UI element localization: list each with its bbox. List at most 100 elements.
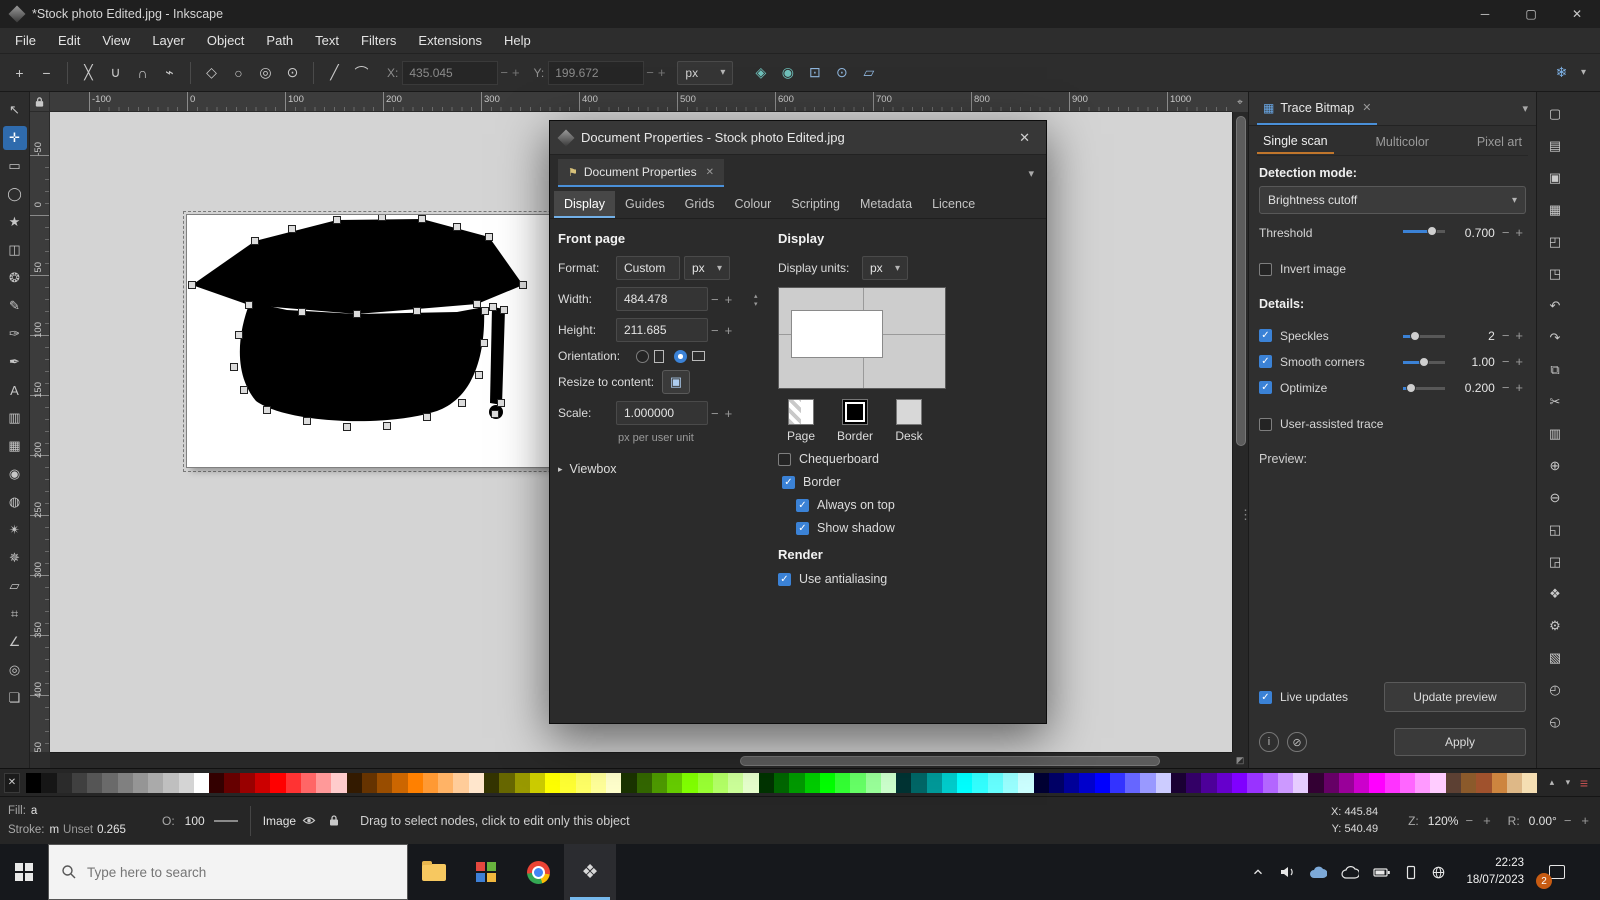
color-swatch[interactable] <box>224 773 239 793</box>
dropper-tool[interactable]: ◉ <box>3 462 27 486</box>
threshold-value[interactable]: 0.700 <box>1449 226 1495 240</box>
info-icon[interactable]: i <box>1259 732 1279 752</box>
print-icon[interactable]: ▦ <box>1543 198 1567 222</box>
width-increment-button[interactable]: + <box>725 292 733 307</box>
color-swatch[interactable] <box>392 773 407 793</box>
color-swatch[interactable] <box>942 773 957 793</box>
star-tool[interactable]: ★ <box>3 210 27 234</box>
color-swatch[interactable] <box>57 773 72 793</box>
save-icon[interactable]: ▣ <box>1543 166 1567 190</box>
increment-button[interactable]: + <box>1515 328 1523 343</box>
color-swatch[interactable] <box>26 773 41 793</box>
copy-icon[interactable]: ⧉ <box>1543 358 1567 382</box>
smooth-node-icon[interactable]: ○ <box>226 60 251 85</box>
slider[interactable] <box>1403 382 1445 394</box>
color-swatch[interactable] <box>1171 773 1186 793</box>
color-swatch[interactable] <box>1156 773 1171 793</box>
scale-increment-button[interactable]: + <box>725 406 733 421</box>
close-panel-icon[interactable]: ✕ <box>1362 101 1371 114</box>
box3d-tool[interactable]: ◫ <box>3 238 27 262</box>
update-preview-button[interactable]: Update preview <box>1384 682 1526 712</box>
pages-tool[interactable]: ❏ <box>3 686 27 710</box>
measure-tool[interactable]: ∠ <box>3 630 27 654</box>
border-checkbox[interactable]: ✓ <box>782 476 795 489</box>
dialog-close-button[interactable]: ✕ <box>1013 130 1036 146</box>
zoom-out-icon[interactable]: ⊖ <box>1543 486 1567 510</box>
show-bezier-handles-icon[interactable]: ⊙ <box>829 60 854 85</box>
eraser-tool[interactable]: ▱ <box>3 574 27 598</box>
export-icon[interactable]: ◳ <box>1543 262 1567 286</box>
link-dimensions-icon[interactable]: ▴▾ <box>754 293 758 309</box>
palette-scroll-up[interactable]: ▴ <box>1544 774 1560 792</box>
layers-icon[interactable]: ▧ <box>1543 646 1567 670</box>
insert-node-icon[interactable]: + <box>7 60 32 85</box>
document-properties-tab[interactable]: ⚑ Document Properties ✕ <box>558 159 724 187</box>
menu-layer[interactable]: Layer <box>141 28 196 53</box>
ruler-lock-corner[interactable] <box>30 92 50 112</box>
color-swatch[interactable] <box>621 773 636 793</box>
color-swatch[interactable] <box>759 773 774 793</box>
dialog-tab-licence[interactable]: Licence <box>922 191 985 218</box>
color-swatch[interactable] <box>1018 773 1033 793</box>
format-units-select[interactable]: px ▾ <box>684 256 730 280</box>
show-hidden-icons[interactable] <box>1251 865 1265 879</box>
color-swatch[interactable] <box>1369 773 1384 793</box>
color-swatch[interactable] <box>240 773 255 793</box>
detection-mode-dropdown[interactable]: Brightness cutoff ▾ <box>1259 186 1526 214</box>
x-coordinate-input[interactable]: 435.045 <box>402 61 498 85</box>
volume-icon[interactable] <box>1279 865 1295 879</box>
y-decrement-button[interactable]: − <box>646 65 654 80</box>
height-increment-button[interactable]: + <box>725 323 733 338</box>
import-icon[interactable]: ◰ <box>1543 230 1567 254</box>
color-swatch[interactable] <box>72 773 87 793</box>
symmetric-node-icon[interactable]: ◎ <box>253 60 278 85</box>
search-input[interactable] <box>87 865 367 880</box>
color-swatch[interactable] <box>530 773 545 793</box>
zoom-selection-icon[interactable]: ◱ <box>1543 518 1567 542</box>
desk-color-button[interactable] <box>896 399 922 425</box>
close-tab-icon[interactable]: ✕ <box>706 167 714 178</box>
calligraphy-tool[interactable]: ✒ <box>3 350 27 374</box>
taskbar-clock[interactable]: 22:23 18/07/2023 <box>1466 855 1524 888</box>
color-swatch[interactable] <box>1461 773 1476 793</box>
color-swatch[interactable] <box>102 773 117 793</box>
color-swatch[interactable] <box>881 773 896 793</box>
show-outline-icon[interactable]: ▱ <box>856 60 881 85</box>
detail-value[interactable]: 1.00 <box>1449 355 1495 369</box>
format-select[interactable]: Custom <box>616 256 680 280</box>
pencil-tool[interactable]: ✎ <box>3 294 27 318</box>
fill-stroke-indicator[interactable]: Fill:a Stroke:mUnset0.265 <box>8 802 158 839</box>
trace-tab-pixel-art[interactable]: Pixel art <box>1471 129 1528 153</box>
menu-extensions[interactable]: Extensions <box>407 28 493 53</box>
color-swatch[interactable] <box>957 773 972 793</box>
cut-icon[interactable]: ✂ <box>1543 390 1567 414</box>
rotation-control[interactable]: R: 0.00° − + <box>1508 813 1592 828</box>
taskbar-file-explorer[interactable] <box>408 844 460 900</box>
tweak-tool[interactable]: ✴ <box>3 518 27 542</box>
spiral-tool[interactable]: ❂ <box>3 266 27 290</box>
resize-to-content-button[interactable]: ▣ <box>662 370 690 394</box>
color-swatch[interactable] <box>576 773 591 793</box>
x-increment-button[interactable]: + <box>512 65 520 80</box>
break-path-icon[interactable]: ╳ <box>76 60 101 85</box>
border-color-button[interactable] <box>842 399 868 425</box>
threshold-increment-button[interactable]: + <box>1515 225 1523 240</box>
horizontal-scrollbar-thumb[interactable] <box>740 756 1160 766</box>
open-folder-icon[interactable]: ▤ <box>1543 134 1567 158</box>
color-swatch[interactable] <box>1217 773 1232 793</box>
color-swatch[interactable] <box>1186 773 1201 793</box>
zoom-increment-button[interactable]: + <box>1483 813 1491 828</box>
rectangle-tool[interactable]: ▭ <box>3 154 27 178</box>
color-swatch[interactable] <box>1293 773 1308 793</box>
maximize-button[interactable]: ▢ <box>1508 0 1554 28</box>
color-swatch[interactable] <box>1034 773 1049 793</box>
slider[interactable] <box>1403 330 1445 342</box>
color-swatch[interactable] <box>606 773 621 793</box>
slider[interactable] <box>1403 225 1445 237</box>
color-swatch[interactable] <box>1400 773 1415 793</box>
zoom-control[interactable]: Z: 120% − + <box>1408 813 1494 828</box>
panel-resize-handle[interactable]: ⋮ <box>1239 507 1252 523</box>
redo-icon[interactable]: ↷ <box>1543 326 1567 350</box>
color-swatch[interactable] <box>1492 773 1507 793</box>
taskbar-chrome[interactable] <box>512 844 564 900</box>
